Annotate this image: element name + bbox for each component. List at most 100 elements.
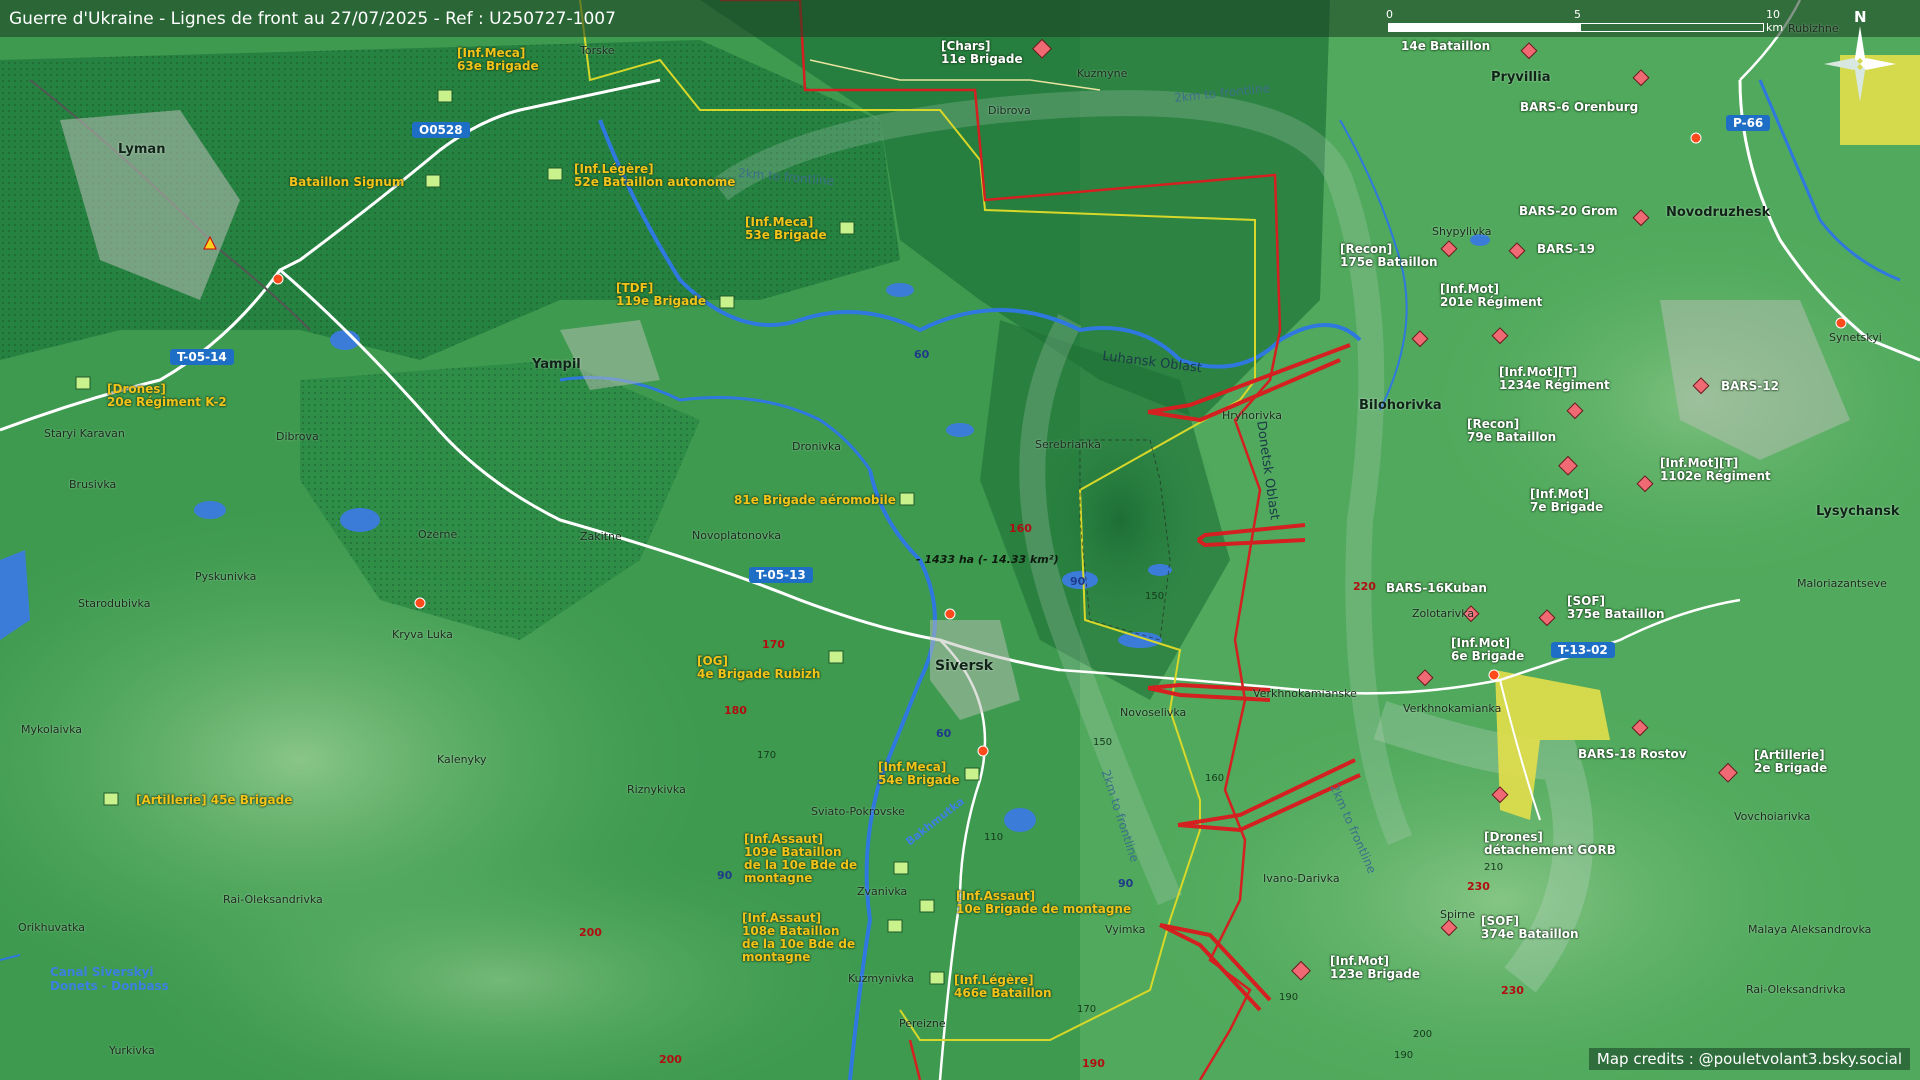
- village-label: Rai-Oleksandrivka: [223, 893, 323, 906]
- village-label: Verkhnokamianske: [1253, 687, 1357, 700]
- ru-unit-label: [Recon] 79e Bataillon: [1467, 417, 1557, 444]
- contour-label: 170: [1077, 1004, 1097, 1015]
- ru-unit-label: [SOF] 375e Bataillon: [1567, 594, 1665, 621]
- village-label: Dronivka: [792, 440, 841, 453]
- north-star-icon: [1854, 26, 1866, 64]
- ru-unit-label: BARS-20 Grom: [1519, 204, 1618, 218]
- map-canvas[interactable]: [0, 0, 1920, 1080]
- bridge-destroyed-icon: [1835, 317, 1847, 329]
- village-label: Starodubivka: [78, 597, 151, 610]
- ua-unit-label: [Inf.Meca] 54e Brigade: [878, 760, 960, 787]
- altitude-label: 200: [659, 1053, 682, 1066]
- town-siversk: Siversk: [935, 658, 994, 674]
- altitude-label: 220: [1353, 580, 1376, 593]
- lake: [340, 508, 380, 532]
- ua-unit-label: [Inf.Assaut] 10e Brigade de montagne: [956, 889, 1132, 916]
- ru-unit-label: BARS-19: [1537, 242, 1595, 256]
- village-label: Yurkivka: [109, 1044, 155, 1057]
- village-label: Malaya Aleksandrovka: [1748, 923, 1872, 936]
- altitude-label: 230: [1501, 984, 1524, 997]
- village-label: Kuzmynivka: [848, 972, 915, 985]
- village-label: Ivano-Darivka: [1263, 872, 1340, 885]
- village-label: Maloriazantseve: [1797, 577, 1887, 590]
- altitude-label: 190: [1082, 1057, 1105, 1070]
- contour-label: 210: [1484, 862, 1504, 873]
- ua-unit-label: [Drones] 20e Régiment K-2: [107, 382, 227, 409]
- ua-unit-icon: [929, 971, 945, 985]
- area-change-note: - 1433 ha (- 14.33 km²): [916, 553, 1059, 566]
- bridge-destroyed-icon: [1690, 132, 1702, 144]
- village-label: Serebrianka: [1035, 438, 1101, 451]
- town-novodruzhesk: Novodruzhesk: [1666, 205, 1771, 220]
- ua-unit-icon: [828, 650, 844, 664]
- ru-unit-label: 14e Bataillon: [1401, 39, 1491, 53]
- lake: [194, 501, 226, 519]
- scale-bar-segment: [1580, 23, 1764, 32]
- map-title: Guerre d'Ukraine - Lignes de front au 27…: [9, 9, 616, 29]
- village-label: Kalenyky: [437, 753, 487, 766]
- ua-unit-label: [Inf.Légère] 52e Bataillon autonome: [574, 162, 736, 189]
- altitude-label: 170: [762, 638, 785, 651]
- ru-unit-label: BARS-18 Rostov: [1578, 747, 1687, 761]
- contour-label: 170: [757, 750, 777, 761]
- map-credits: Map credits : @pouletvolant3.bsky.social: [1588, 1048, 1910, 1070]
- village-label: Shypylivka: [1432, 225, 1492, 238]
- village-label: Rubizhne: [1788, 22, 1839, 35]
- north-star-icon: [1860, 58, 1896, 70]
- village-label: Orikhuvatka: [18, 921, 86, 934]
- contour-label: 150: [1145, 591, 1165, 602]
- altitude-label: 90: [717, 869, 733, 882]
- ua-unit-label: Bataillon Signum: [289, 175, 405, 189]
- ru-unit-label: BARS-12: [1721, 379, 1779, 393]
- scale-label-10: 10 km: [1766, 8, 1784, 34]
- altitude-label: 230: [1467, 880, 1490, 893]
- village-label: Dibrova: [276, 430, 319, 443]
- ua-unit-icon: [899, 492, 915, 506]
- bridge-destroyed-icon: [944, 608, 956, 620]
- ua-unit-label: [OG] 4e Brigade Rubizh: [697, 654, 821, 681]
- village-label: Ozerne: [418, 528, 458, 541]
- ru-unit-label: [Recon] 175e Bataillon: [1340, 242, 1438, 269]
- ru-unit-label: [Inf.Mot] 6e Brigade: [1451, 636, 1525, 663]
- altitude-label: 60: [914, 348, 930, 361]
- ru-unit-label: [Drones] détachement GORB: [1484, 830, 1616, 857]
- village-label: Vyimka: [1105, 923, 1146, 936]
- ua-unit-label: [Inf.Légère] 466e Bataillon: [954, 973, 1052, 1000]
- ru-unit-label: [Inf.Mot] 123e Brigade: [1330, 954, 1420, 981]
- road-shield: T-05-13: [749, 567, 813, 583]
- contour-label: 110: [984, 832, 1004, 843]
- village-label: Novoplatonovka: [692, 529, 782, 542]
- north-star-icon: [1824, 58, 1860, 70]
- ua-unit-icon: [437, 89, 453, 103]
- village-label: Brusivka: [69, 478, 117, 491]
- north-star-icon: [1854, 64, 1866, 102]
- altitude-label: 90: [1070, 575, 1086, 588]
- village-label: Spirne: [1440, 908, 1476, 921]
- bridge-destroyed-icon: [1488, 669, 1500, 681]
- ua-unit-label: [Artillerie] 45e Brigade: [136, 793, 293, 807]
- altitude-label: 200: [579, 926, 602, 939]
- village-label: Torske: [580, 44, 615, 57]
- town-bilohorivka: Bilohorivka: [1359, 398, 1442, 413]
- town-lysychansk: Lysychansk: [1816, 504, 1900, 519]
- scale-label-5: 5: [1574, 8, 1581, 21]
- ua-unit-label: 81e Brigade aéromobile: [734, 493, 896, 507]
- town-pryvillia: Pryvillia: [1491, 70, 1551, 85]
- lake: [1118, 632, 1162, 648]
- ua-unit-icon: [103, 792, 119, 806]
- village-label: Verkhnokamianka: [1403, 702, 1502, 715]
- north-label: N: [1854, 8, 1867, 26]
- village-label: Kuzmyne: [1077, 67, 1128, 80]
- ua-unit-icon: [964, 767, 980, 781]
- road-shield: T-13-02: [1551, 642, 1615, 658]
- ru-unit-label: [Inf.Mot] 201e Régiment: [1440, 282, 1543, 309]
- town-lyman: Lyman: [118, 142, 166, 157]
- ua-unit-icon: [893, 861, 909, 875]
- ru-unit-label: [Artillerie] 2e Brigade: [1754, 748, 1828, 775]
- village-label: Vovchoiarivka: [1734, 810, 1811, 823]
- village-label: Rai-Oleksandrivka: [1746, 983, 1846, 996]
- ua-unit-label: [Inf.Meca] 63e Brigade: [457, 46, 539, 73]
- lake: [886, 283, 914, 297]
- scale-label-0: 0: [1386, 8, 1393, 21]
- village-label: Sviato-Pokrovske: [811, 805, 905, 818]
